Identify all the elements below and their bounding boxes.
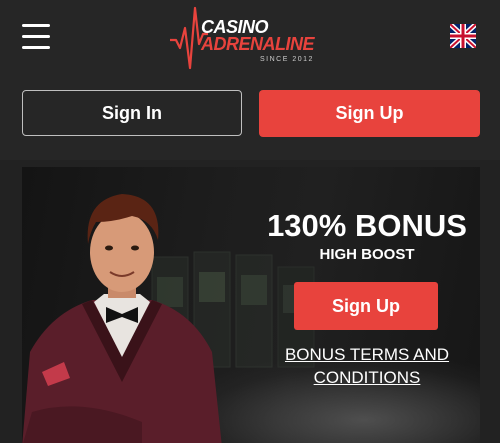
bonus-subtitle: HIGH BOOST xyxy=(319,246,415,263)
header: CASINO ADRENALINE SINCE 2012 xyxy=(0,0,500,76)
logo-text-adrenaline: ADRENALINE xyxy=(201,34,315,54)
casino-logo[interactable]: CASINO ADRENALINE SINCE 2012 xyxy=(168,4,328,72)
auth-bar: Sign In Sign Up xyxy=(0,76,500,160)
logo-since-text: SINCE 2012 xyxy=(260,56,314,63)
host-character-illustration xyxy=(22,194,222,443)
uk-flag-icon[interactable] xyxy=(450,24,476,48)
sign-up-button[interactable]: Sign Up xyxy=(259,90,480,137)
hamburger-menu-icon[interactable] xyxy=(22,24,50,50)
promo-banner[interactable]: 130% BONUS HIGH BOOST Sign Up BONUS TERM… xyxy=(22,167,480,443)
banner-sign-up-button[interactable]: Sign Up xyxy=(294,282,438,330)
bonus-title: 130% BONUS xyxy=(267,208,467,243)
sign-in-button[interactable]: Sign In xyxy=(22,90,242,136)
bonus-terms-link[interactable]: BONUS TERMS AND CONDITIONS xyxy=(272,343,462,389)
